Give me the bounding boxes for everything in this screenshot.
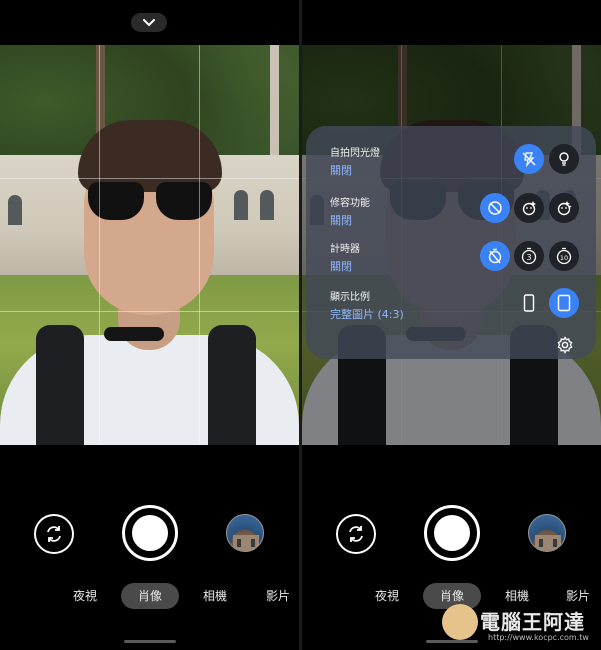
svg-text:3: 3 bbox=[526, 253, 531, 262]
ratio-full-option[interactable] bbox=[549, 288, 579, 318]
retouch-natural-option[interactable] bbox=[549, 193, 579, 223]
gallery-thumbnail-button[interactable] bbox=[528, 514, 566, 552]
switch-camera-button[interactable] bbox=[34, 514, 74, 554]
flash-on-icon bbox=[559, 152, 569, 166]
shutter-icon bbox=[132, 515, 168, 551]
retouch-off-option[interactable] bbox=[480, 193, 510, 223]
setting-title-selfie-flash: 自拍閃光燈 bbox=[330, 148, 380, 159]
mode-night[interactable]: 夜視 bbox=[364, 583, 410, 609]
camera-controls bbox=[302, 500, 601, 575]
timer-off-icon bbox=[488, 248, 502, 264]
ratio-full-icon bbox=[557, 294, 571, 312]
camera-screen-right: 自拍閃光燈 關閉 修容功能 關閉 計時器 關閉 3 10 顯示比例 完整圖片 (… bbox=[302, 0, 601, 650]
mode-portrait[interactable]: 肖像 bbox=[121, 583, 179, 609]
viewfinder[interactable] bbox=[0, 45, 299, 445]
quick-settings-panel: 自拍閃光燈 關閉 修容功能 關閉 計時器 關閉 3 10 顯示比例 完整圖片 (… bbox=[306, 126, 596, 359]
retouch-natural-icon bbox=[557, 201, 572, 216]
gallery-thumbnail-icon bbox=[535, 535, 561, 551]
svg-text:10: 10 bbox=[560, 254, 568, 262]
mode-night[interactable]: 夜視 bbox=[62, 583, 108, 609]
grid-line bbox=[0, 311, 299, 312]
watermark-title: 電腦王阿達 bbox=[480, 610, 585, 634]
ratio-tall-icon bbox=[523, 294, 535, 312]
gear-icon bbox=[557, 336, 573, 354]
shutter-button[interactable] bbox=[424, 505, 480, 561]
mascot-logo-icon bbox=[442, 604, 478, 640]
retouch-off-icon bbox=[488, 201, 502, 215]
mode-camera[interactable]: 相機 bbox=[192, 583, 238, 609]
camera-controls bbox=[0, 500, 299, 575]
timer-off-option[interactable] bbox=[480, 241, 510, 271]
flash-on-option[interactable] bbox=[549, 144, 579, 174]
timer-3s-option[interactable]: 3 bbox=[514, 241, 544, 271]
camera-screen-left: 夜視 肖像 相機 影片 bbox=[0, 0, 299, 650]
flash-off-option[interactable] bbox=[514, 144, 544, 174]
setting-value-aspect-ratio: 完整圖片 (4:3) bbox=[330, 308, 404, 321]
gesture-nav-bar[interactable] bbox=[124, 640, 176, 643]
grid-line bbox=[99, 45, 100, 445]
more-settings-button[interactable] bbox=[556, 336, 574, 354]
watermark-url: http://www.kocpc.com.tw bbox=[488, 633, 589, 642]
timer-10s-icon: 10 bbox=[556, 247, 572, 265]
shutter-icon bbox=[434, 515, 470, 551]
mode-video[interactable]: 影片 bbox=[255, 583, 299, 609]
setting-value-selfie-flash: 關閉 bbox=[330, 164, 352, 177]
grid-line bbox=[0, 178, 299, 179]
flash-off-icon bbox=[522, 152, 536, 167]
camera-preview-image bbox=[0, 45, 299, 445]
switch-camera-button[interactable] bbox=[336, 514, 376, 554]
chevron-down-icon bbox=[143, 18, 155, 26]
switch-camera-icon bbox=[47, 526, 61, 542]
mode-selector: 夜視 肖像 相機 影片 bbox=[0, 583, 299, 611]
collapse-settings-button[interactable] bbox=[131, 13, 167, 32]
retouch-soft-option[interactable] bbox=[514, 193, 544, 223]
gallery-thumbnail-button[interactable] bbox=[226, 514, 264, 552]
setting-title-retouch: 修容功能 bbox=[330, 198, 370, 209]
retouch-soft-icon bbox=[522, 201, 536, 216]
switch-camera-icon bbox=[349, 526, 363, 542]
shutter-button[interactable] bbox=[122, 505, 178, 561]
site-watermark: 電腦王阿達 http://www.kocpc.com.tw bbox=[440, 600, 600, 648]
timer-10s-option[interactable]: 10 bbox=[549, 241, 579, 271]
gallery-thumbnail-icon bbox=[233, 535, 259, 551]
timer-3s-icon: 3 bbox=[521, 247, 537, 265]
grid-line bbox=[199, 45, 200, 445]
setting-value-timer: 關閉 bbox=[330, 260, 352, 273]
ratio-tall-option[interactable] bbox=[514, 288, 544, 318]
setting-title-aspect-ratio: 顯示比例 bbox=[330, 292, 370, 303]
setting-value-retouch: 關閉 bbox=[330, 214, 352, 227]
setting-title-timer: 計時器 bbox=[330, 244, 360, 255]
